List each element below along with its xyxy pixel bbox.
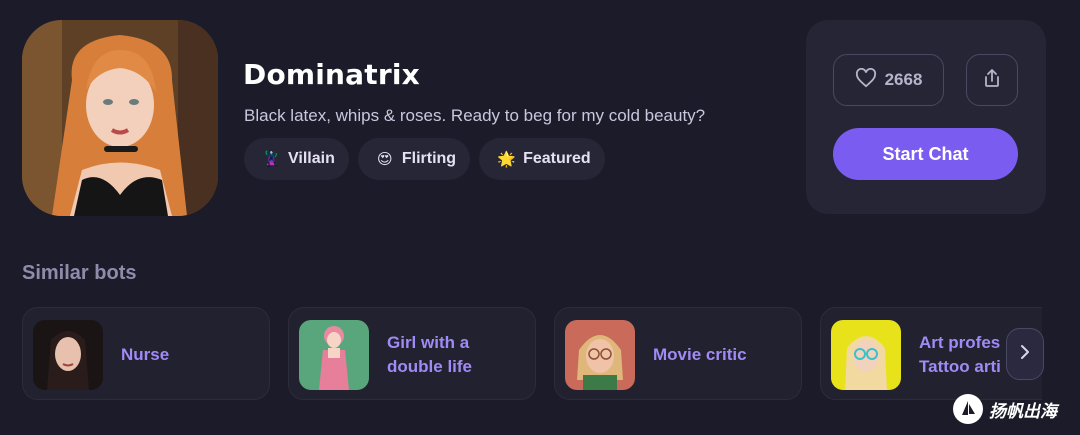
tag-label: Flirting [401, 150, 457, 167]
tag-label: Featured [523, 150, 591, 167]
bot-thumbnail [831, 320, 901, 390]
like-count: 2668 [884, 70, 923, 89]
bot-thumbnail [299, 320, 369, 390]
villain-emoji-icon: 🦹 [262, 151, 281, 168]
bot-name: Movie critic [653, 344, 747, 364]
action-panel: 2668 Start Chat [806, 20, 1046, 214]
bot-name: Girl with a double life [387, 332, 472, 376]
share-icon [983, 68, 1001, 93]
similar-bot-card[interactable]: Movie critic [554, 307, 802, 400]
similar-bots-list: Nurse Girl with a double life Movie crit… [22, 307, 1042, 400]
tag-featured[interactable]: 🌟 Featured [479, 138, 605, 180]
similar-bot-card[interactable]: Girl with a double life [288, 307, 536, 400]
heart-icon [855, 67, 877, 93]
star-emoji-icon: 🌟 [497, 151, 516, 168]
watermark-text: 扬帆出海 [989, 401, 1057, 421]
tag-list: 🦹 Villain 😍 Flirting 🌟 Featured [244, 138, 605, 180]
tag-villain[interactable]: 🦹 Villain [244, 138, 349, 180]
sail-logo-icon [953, 394, 983, 424]
bot-name: Nurse [121, 344, 170, 364]
like-button[interactable]: 2668 [833, 54, 944, 106]
start-chat-button[interactable]: Start Chat [833, 128, 1018, 180]
avatar-image [22, 20, 218, 216]
bot-avatar [22, 20, 218, 216]
bot-description: Black latex, whips & roses. Ready to beg… [244, 106, 706, 125]
tag-label: Villain [288, 150, 335, 167]
bot-title: Dominatrix [243, 58, 420, 91]
heart-eyes-emoji-icon: 😍 [377, 151, 393, 168]
similar-bots-heading: Similar bots [22, 262, 137, 284]
bot-thumbnail [565, 320, 635, 390]
chevron-right-icon [1019, 344, 1031, 365]
carousel-next-button[interactable] [1006, 328, 1044, 380]
bot-thumbnail [33, 320, 103, 390]
similar-bot-card[interactable]: Nurse [22, 307, 270, 400]
watermark: 扬帆出海 [953, 394, 1057, 424]
share-button[interactable] [966, 54, 1018, 106]
tag-flirting[interactable]: 😍 Flirting [357, 138, 471, 180]
